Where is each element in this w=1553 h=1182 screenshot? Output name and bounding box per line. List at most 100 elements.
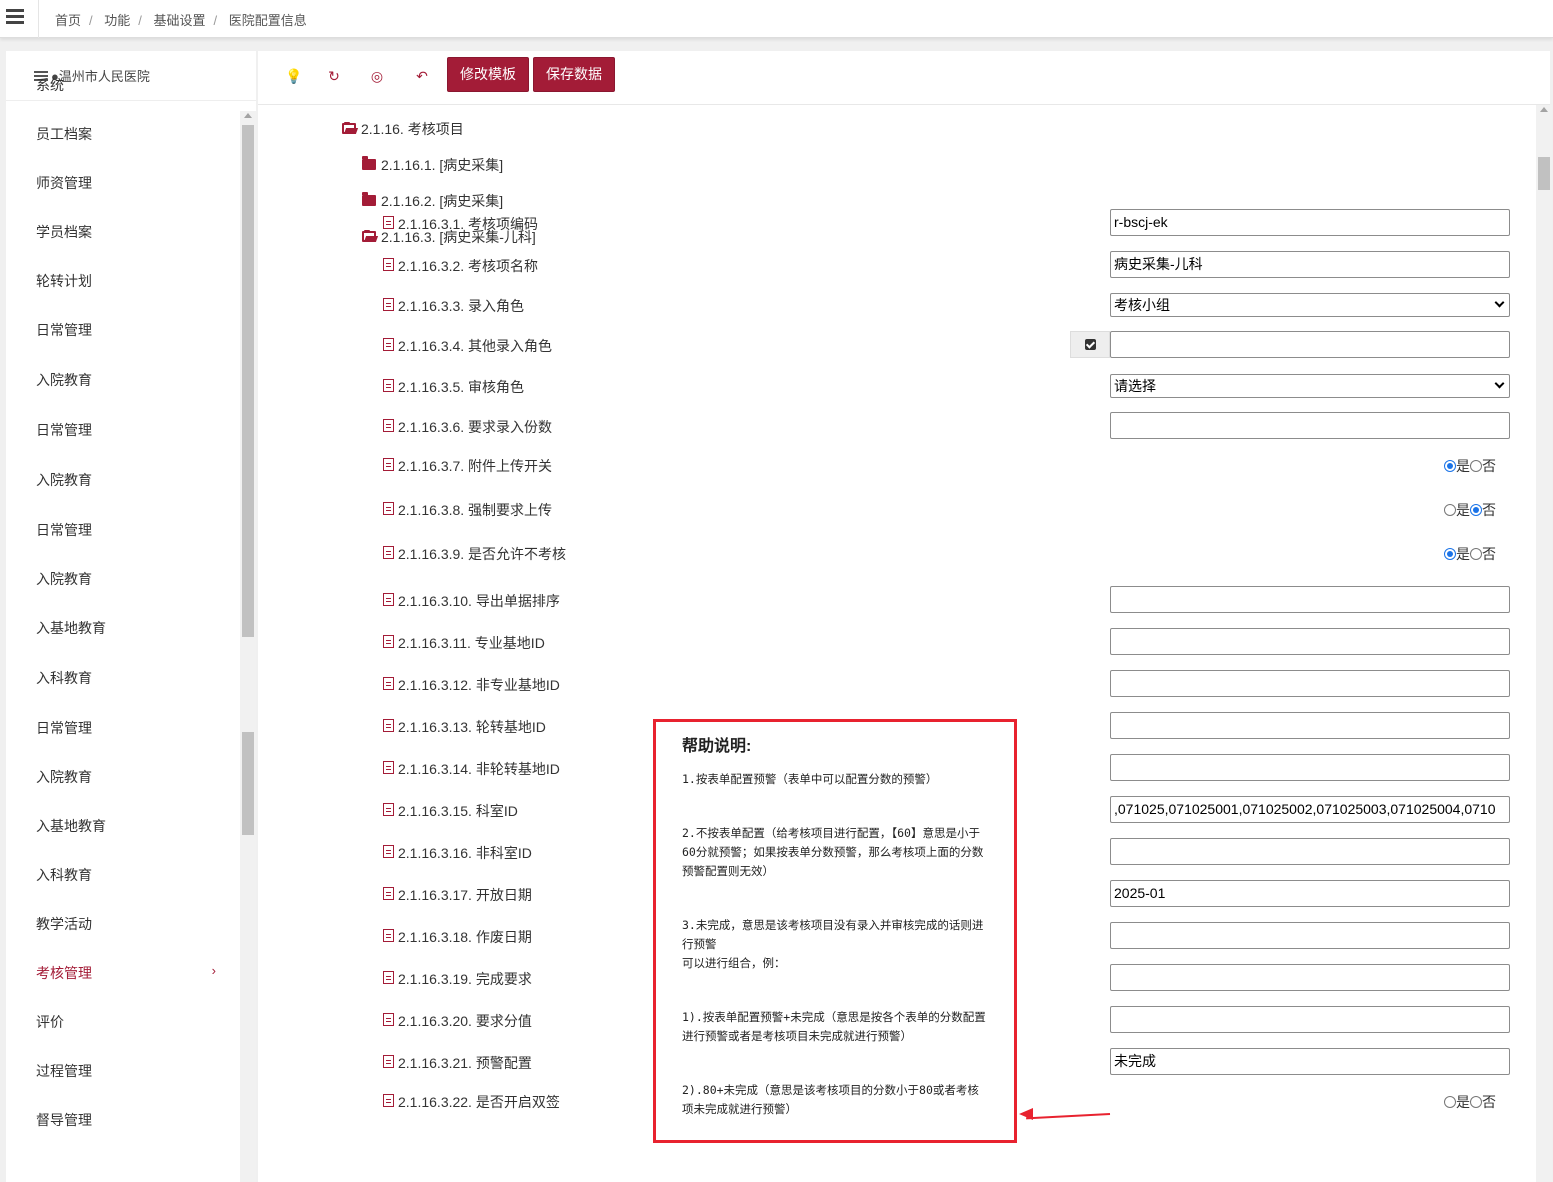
content-scroll-thumb[interactable] [1538, 157, 1550, 190]
sidebar-item-20[interactable]: 过程管理 [36, 1061, 216, 1081]
field-label: 2.1.16.3.20. 要求分值 [398, 1013, 532, 1029]
field-input-10[interactable] [1110, 586, 1510, 613]
sidebar-item-10[interactable]: 入院教育 [36, 569, 216, 589]
sidebar-item-9[interactable]: 日常管理 [36, 520, 216, 540]
no-label: 否 [1482, 502, 1496, 518]
field-input-4[interactable] [1110, 331, 1510, 358]
field-input-13[interactable] [1110, 712, 1510, 739]
sidebar-scrollbar[interactable] [240, 111, 256, 1182]
main-panel: 💡 ↻ ◎ ↶ 修改模板 保存数据 2.1.16. 考核项目 2.1.16.1. … [258, 51, 1552, 1182]
folder-icon[interactable] [362, 192, 376, 206]
tree-node-root[interactable]: 2.1.16. 考核项目 [361, 119, 464, 139]
no-radio[interactable] [1470, 1096, 1482, 1108]
help-paragraph-2: 2.不按表单配置（给考核项目进行配置，【60】意思是小于60分就预警；如果按表单… [682, 826, 984, 878]
file-icon [383, 929, 394, 942]
field-input-11[interactable] [1110, 628, 1510, 655]
sidebar-item-16[interactable]: 入科教育 [36, 865, 216, 885]
sidebar-item-6[interactable]: 入院教育 [36, 370, 216, 390]
sidebar-item-label: 入基地教育 [36, 620, 106, 636]
field-input-2[interactable]: 病史采集-儿科 [1110, 251, 1510, 278]
sidebar-item-21[interactable]: 督导管理 [36, 1110, 216, 1130]
file-icon [383, 803, 394, 816]
sidebar-item-19[interactable]: 评价 [36, 1012, 216, 1032]
field-input-16[interactable] [1110, 838, 1510, 865]
breadcrumb-function[interactable]: 功能 [104, 13, 130, 28]
field-input-20[interactable] [1110, 1006, 1510, 1033]
sidebar-item-1[interactable]: 员工档案 [36, 124, 216, 144]
sidebar-item-5[interactable]: 日常管理 [36, 320, 216, 340]
sidebar-scroll-thumb-2[interactable] [242, 732, 254, 835]
field-input-14[interactable] [1110, 754, 1510, 781]
field-select-3[interactable]: 考核小组 [1110, 293, 1510, 317]
field-input-18[interactable] [1110, 922, 1510, 949]
sidebar-item-3[interactable]: 学员档案 [36, 222, 216, 242]
yes-label: 是 [1456, 1094, 1470, 1110]
yes-radio[interactable] [1444, 1096, 1456, 1108]
chevron-down-icon [1494, 297, 1505, 308]
no-label: 否 [1482, 1094, 1496, 1110]
sidebar-item-2[interactable]: 师资管理 [36, 173, 216, 193]
content-scrollbar[interactable] [1536, 105, 1552, 1182]
pointer-arrow-head-icon [1019, 1108, 1033, 1120]
folder-icon[interactable] [362, 156, 376, 170]
sidebar-scroll-thumb[interactable] [242, 125, 254, 637]
save-data-button[interactable]: 保存数据 [533, 57, 615, 92]
sidebar-item-0[interactable]: 系统 [36, 75, 216, 95]
undo-icon[interactable]: ↶ [411, 65, 433, 87]
edit-template-button[interactable]: 修改模板 [447, 57, 529, 92]
sidebar-item-11[interactable]: 入基地教育 [36, 618, 216, 638]
sidebar-item-4[interactable]: 轮转计划 [36, 271, 216, 291]
field-input-19[interactable] [1110, 964, 1510, 991]
help-paragraph-1: 1.按表单配置预警（表单中可以配置分数的预警） [682, 772, 938, 786]
help-paragraph-3: 3.未完成，意思是该考核项目没有录入并审核完成的话则进行预警 可以进行组合，例： [682, 918, 984, 970]
sidebar-item-label: 入科教育 [36, 867, 92, 883]
field-input-6[interactable] [1110, 412, 1510, 439]
field-input-21[interactable]: 未完成 [1110, 1048, 1510, 1075]
sidebar-item-12[interactable]: 入科教育 [36, 668, 216, 688]
field-input-17[interactable]: 2025-01 [1110, 880, 1510, 907]
sidebar-item-18[interactable]: 考核管理 › [36, 963, 216, 983]
sidebar-item-label: 入院教育 [36, 571, 92, 587]
sidebar-item-label: 督导管理 [36, 1112, 92, 1128]
sidebar-item-13[interactable]: 日常管理 [36, 718, 216, 738]
checkbox-select-button[interactable] [1070, 331, 1110, 358]
eye-slash-icon[interactable]: ◎ [366, 65, 388, 87]
tree-node-1[interactable]: 2.1.16.1. [病史采集] [381, 155, 503, 175]
breadcrumb-basic-settings[interactable]: 基础设置 [154, 13, 206, 28]
folder-open-icon[interactable] [342, 122, 356, 134]
sidebar-item-7[interactable]: 日常管理 [36, 420, 216, 440]
file-icon [383, 845, 394, 858]
divider [38, 0, 39, 38]
folder-open-icon[interactable] [362, 230, 376, 242]
yes-radio[interactable] [1444, 504, 1456, 516]
field-label: 2.1.16.3.9. 是否允许不考核 [398, 546, 567, 562]
sidebar-item-8[interactable]: 入院教育 [36, 470, 216, 490]
sidebar-item-15[interactable]: 入基地教育 [36, 816, 216, 836]
menu-toggle-icon[interactable] [6, 9, 24, 25]
scroll-up-icon[interactable] [244, 113, 252, 118]
yes-label: 是 [1456, 502, 1470, 518]
field-label: 2.1.16.3.4. 其他录入角色 [398, 338, 553, 354]
refresh-icon[interactable]: ↻ [323, 65, 345, 87]
no-radio[interactable] [1470, 548, 1482, 560]
field-input-15[interactable]: ,071025,071025001,071025002,071025003,07… [1110, 796, 1510, 823]
no-radio[interactable] [1470, 504, 1482, 516]
yes-radio[interactable] [1444, 460, 1456, 472]
sidebar-item-14[interactable]: 入院教育 [36, 767, 216, 787]
sidebar-item-17[interactable]: 教学活动 [36, 914, 216, 934]
tree-node-2[interactable]: 2.1.16.2. [病史采集] [381, 191, 503, 211]
breadcrumb: 首页 / 功能 / 基础设置 / 医院配置信息 [55, 13, 307, 28]
bulb-icon[interactable]: 💡 [283, 65, 305, 87]
no-radio[interactable] [1470, 460, 1482, 472]
breadcrumb-current: 医院配置信息 [228, 13, 307, 28]
content-scroll-up-icon[interactable] [1540, 107, 1548, 112]
file-icon [383, 971, 394, 984]
yes-radio[interactable] [1444, 548, 1456, 560]
field-input-12[interactable] [1110, 670, 1510, 697]
file-icon [383, 458, 394, 471]
field-input-1[interactable]: r-bscj-ek [1110, 209, 1510, 236]
field-select-5[interactable]: 请选择 [1110, 374, 1510, 398]
file-icon [383, 677, 394, 690]
file-icon [383, 258, 394, 271]
breadcrumb-home[interactable]: 首页 [55, 13, 81, 28]
